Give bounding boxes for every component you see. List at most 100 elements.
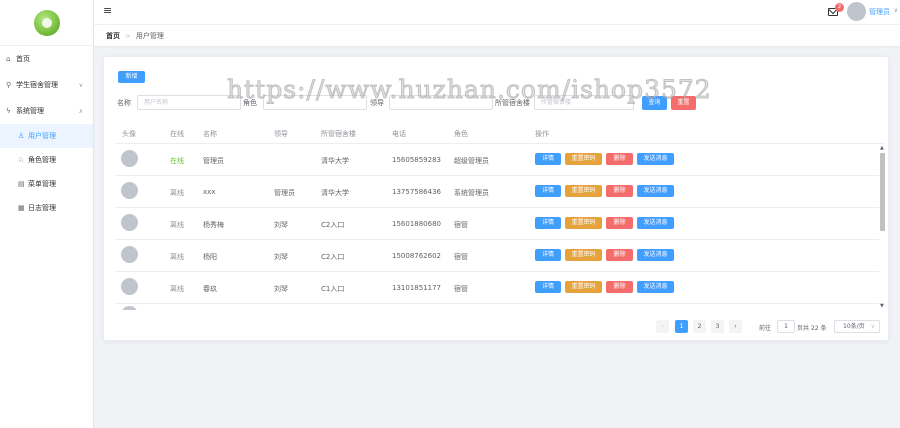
- user-name[interactable]: 管理员: [869, 7, 890, 17]
- sidebar-item-label: 用户管理: [28, 132, 56, 140]
- chevron-down-icon: ∨: [870, 323, 875, 330]
- column-header: 角色: [454, 130, 468, 138]
- detail-button[interactable]: 详情: [535, 217, 561, 229]
- sidebar-item-log-management[interactable]: ▦ 日志管理: [0, 196, 93, 220]
- search-form: 名称 用户名称 角色 领导 所管宿舍楼 所管宿舍楼 查询 重置: [117, 95, 877, 111]
- scroll-down-icon[interactable]: ▼: [880, 303, 884, 309]
- delete-button[interactable]: 删除: [606, 185, 633, 197]
- delete-button[interactable]: 删除: [606, 281, 633, 293]
- avatar: [121, 150, 138, 167]
- user-management-card: 新增 名称 用户名称 角色 领导 所管宿舍楼 所管宿舍楼 查询 重置 头像 在线…: [103, 56, 889, 341]
- breadcrumb-home[interactable]: 首页: [106, 31, 120, 41]
- avatar: [121, 306, 138, 310]
- dorm-search-input[interactable]: 所管宿舍楼: [534, 95, 634, 110]
- logo-area: [0, 0, 93, 46]
- cell-phone: 13101851177: [392, 284, 441, 292]
- total-text: 页共 22 条: [797, 325, 827, 332]
- detail-button[interactable]: 详情: [535, 153, 561, 165]
- scrollbar-thumb[interactable]: [880, 153, 885, 231]
- leader-select[interactable]: [389, 95, 493, 110]
- cell-phone: 13757586436: [392, 188, 441, 196]
- page-button-2[interactable]: 2: [693, 320, 706, 333]
- hamburger-icon[interactable]: ≡: [103, 5, 112, 16]
- cell-leader: 刘琴: [274, 221, 288, 229]
- avatar: [121, 278, 138, 295]
- role-label: 角色: [243, 99, 257, 107]
- reset-password-button[interactable]: 重置密码: [565, 153, 602, 165]
- search-button[interactable]: 查询: [642, 96, 667, 110]
- leader-label: 领导: [370, 99, 384, 107]
- role-select[interactable]: [263, 95, 367, 110]
- send-message-button[interactable]: 发送消息: [637, 217, 674, 229]
- cell-role: 宿管: [454, 253, 468, 261]
- cell-online: 在线: [170, 157, 184, 165]
- sidebar-item-label: 角色管理: [28, 156, 56, 164]
- cell-name: 春玖: [203, 285, 217, 293]
- sidebar-item-home[interactable]: ⌂ 首页: [0, 46, 93, 72]
- users-icon: ♘: [18, 156, 25, 164]
- table-row: 离线 xxx 管理员 清华大学 13757586436 系统管理员 详情 重置密码 删除 发送消息: [115, 176, 879, 208]
- link-icon: ⚲: [6, 81, 12, 89]
- page-button-3[interactable]: 3: [711, 320, 724, 333]
- page-size-value: 10条/页: [843, 323, 865, 330]
- add-button[interactable]: 新增: [118, 71, 145, 83]
- cell-dorm: C1入口: [321, 285, 345, 293]
- name-search-input[interactable]: 用户名称: [137, 95, 241, 110]
- cell-dorm: C2入口: [321, 221, 345, 229]
- prev-page-button[interactable]: ‹: [656, 320, 669, 333]
- sidebar-item-system-management[interactable]: ϟ 系统管理 ∧: [0, 98, 93, 124]
- breadcrumb-current: 用户管理: [135, 31, 164, 40]
- column-header: 领导: [274, 130, 288, 138]
- avatar: [121, 246, 138, 263]
- cell-leader: 刘琴: [274, 285, 288, 293]
- sidebar-item-user-management[interactable]: ♙ 用户管理: [0, 124, 93, 148]
- column-header: 在线: [170, 130, 184, 138]
- delete-button[interactable]: 删除: [606, 217, 633, 229]
- next-page-button[interactable]: ›: [729, 320, 742, 333]
- cell-online: 离线: [170, 253, 184, 261]
- table-scrollbar[interactable]: ▲ ▼: [880, 145, 886, 311]
- detail-button[interactable]: 详情: [535, 249, 561, 261]
- lightning-icon: ϟ: [6, 107, 11, 115]
- pagination: ‹ 1 2 3 › 前往 1 页共 22 条 10条/页 ∨: [656, 320, 886, 334]
- send-message-button[interactable]: 发送消息: [637, 185, 674, 197]
- delete-button[interactable]: 删除: [606, 249, 633, 261]
- cell-name: 杨阳: [203, 253, 217, 261]
- reset-button[interactable]: 重置: [671, 96, 696, 110]
- sidebar-item-label: 菜单管理: [28, 180, 56, 188]
- column-header: 电话: [392, 130, 406, 138]
- detail-button[interactable]: 详情: [535, 281, 561, 293]
- app-logo[interactable]: [33, 9, 60, 36]
- sidebar-item-dorm-management[interactable]: ⚲ 学生宿舍管理 ∨: [0, 72, 93, 98]
- send-message-button[interactable]: 发送消息: [637, 281, 674, 293]
- cell-phone: 15008762602: [392, 252, 441, 260]
- table-row-partial: [115, 304, 879, 310]
- page-button-1[interactable]: 1: [675, 320, 688, 333]
- reset-password-button[interactable]: 重置密码: [565, 185, 602, 197]
- cell-role: 系统管理员: [454, 189, 489, 197]
- sidebar-item-role-management[interactable]: ♘ 角色管理: [0, 148, 93, 172]
- scroll-up-icon[interactable]: ▲: [880, 145, 884, 151]
- chevron-down-icon[interactable]: ∨: [894, 7, 898, 14]
- sidebar-item-menu-management[interactable]: ▤ 菜单管理: [0, 172, 93, 196]
- cell-phone: 15601880680: [392, 220, 441, 228]
- send-message-button[interactable]: 发送消息: [637, 153, 674, 165]
- user-avatar[interactable]: [847, 2, 866, 21]
- cell-name: 杨秀梅: [203, 221, 224, 229]
- delete-button[interactable]: 删除: [606, 153, 633, 165]
- cell-dorm: 清华大学: [321, 157, 349, 165]
- send-message-button[interactable]: 发送消息: [637, 249, 674, 261]
- chevron-down-icon: ∨: [78, 81, 83, 89]
- reset-password-button[interactable]: 重置密码: [565, 281, 602, 293]
- cell-online: 离线: [170, 285, 184, 293]
- chevron-up-icon: ∧: [78, 107, 83, 115]
- goto-page-input[interactable]: 1: [777, 320, 795, 333]
- cell-leader: 刘琴: [274, 253, 288, 261]
- table-row: 离线 春玖 刘琴 C1入口 13101851177 宿管 详情 重置密码 删除 发送消息: [115, 272, 879, 304]
- dorm-label: 所管宿舍楼: [495, 99, 530, 107]
- reset-password-button[interactable]: 重置密码: [565, 217, 602, 229]
- detail-button[interactable]: 详情: [535, 185, 561, 197]
- cell-name: xxx: [203, 188, 216, 196]
- reset-password-button[interactable]: 重置密码: [565, 249, 602, 261]
- page-size-select[interactable]: 10条/页 ∨: [834, 320, 880, 333]
